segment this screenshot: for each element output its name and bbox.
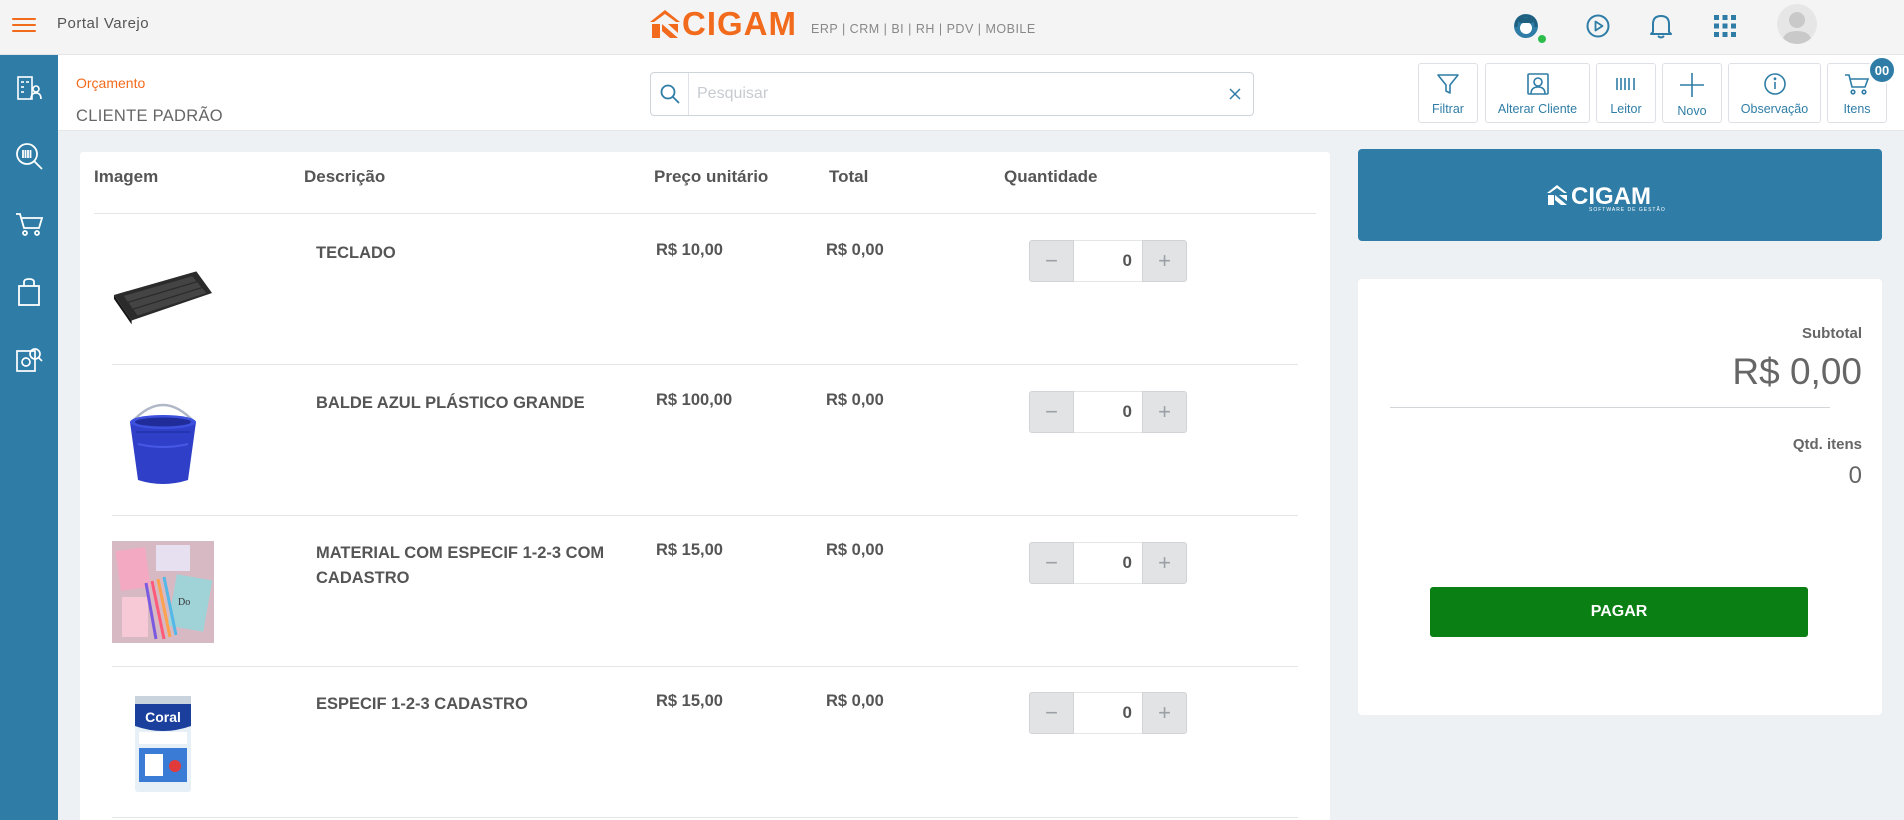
product-total: R$ 0,00 <box>826 241 884 259</box>
row-divider <box>112 666 1298 667</box>
filter-button[interactable]: Filtrar <box>1418 63 1478 123</box>
decrease-quantity-button[interactable]: − <box>1029 692 1074 734</box>
items-label: Itens <box>1843 102 1871 116</box>
quantity-value[interactable]: 0 <box>1074 240 1142 282</box>
column-header-quantity: Quantidade <box>1004 167 1098 186</box>
cigam-software-logo: CIGAM SOFTWARE DE GESTÃO <box>1547 183 1666 213</box>
info-icon <box>1763 73 1786 95</box>
breadcrumb[interactable]: Orçamento <box>76 75 145 91</box>
cart-count-badge: 00 <box>1868 56 1896 84</box>
clear-search-icon[interactable] <box>1227 86 1243 102</box>
cart-icon[interactable] <box>10 205 48 243</box>
search-icon[interactable] <box>651 73 689 115</box>
product-image-keyboard <box>112 241 214 343</box>
play-circle-icon[interactable] <box>1580 8 1616 44</box>
row-divider <box>112 364 1298 365</box>
increase-quantity-button[interactable]: + <box>1142 391 1187 433</box>
subtotal-label: Subtotal <box>1802 325 1862 342</box>
quantity-stepper: − 0 + <box>1029 692 1187 734</box>
sidebar <box>0 55 58 820</box>
item-count-value: 0 <box>1848 462 1862 489</box>
decrease-quantity-button[interactable]: − <box>1029 542 1074 584</box>
user-avatar[interactable] <box>1777 4 1817 44</box>
pay-button[interactable]: PAGAR <box>1430 587 1808 637</box>
increase-quantity-button[interactable]: + <box>1142 542 1187 584</box>
note-button[interactable]: Observação <box>1728 63 1821 123</box>
top-bar: Portal Varejo CIGAM ERP | CRM | BI | RH … <box>0 0 1904 55</box>
client-name: CLIENTE PADRÃO <box>76 107 223 125</box>
svg-text:Coral: Coral <box>145 709 181 725</box>
product-unit-price: R$ 15,00 <box>656 692 723 710</box>
decrease-quantity-button[interactable]: − <box>1029 391 1074 433</box>
bell-icon[interactable] <box>1643 8 1679 44</box>
reader-label: Leitor <box>1610 102 1642 116</box>
quantity-stepper: − 0 + <box>1029 391 1187 433</box>
increase-quantity-button[interactable]: + <box>1142 240 1187 282</box>
company-logo-banner: CIGAM SOFTWARE DE GESTÃO <box>1358 149 1882 241</box>
filter-label: Filtrar <box>1432 102 1464 116</box>
change-client-button[interactable]: Alterar Cliente <box>1485 63 1590 123</box>
column-header-image: Imagem <box>94 167 159 186</box>
column-header-total: Total <box>829 167 869 186</box>
column-header-description: Descrição <box>304 167 386 186</box>
product-description: MATERIAL COM ESPECIF 1-2-3 COM CADASTRO <box>316 544 605 587</box>
shopping-bag-icon[interactable] <box>10 273 48 311</box>
row-divider <box>112 515 1298 516</box>
row-divider <box>112 817 1298 818</box>
logo-wordmark: CIGAM <box>1571 183 1651 210</box>
product-image-stationery-set: Do <box>112 541 214 643</box>
barcode-icon <box>1616 78 1635 90</box>
product-total: R$ 0,00 <box>826 541 884 559</box>
product-total: R$ 0,00 <box>826 692 884 710</box>
menu-icon[interactable] <box>12 15 36 37</box>
report-search-icon[interactable] <box>10 341 48 379</box>
summary-divider <box>1390 407 1830 408</box>
logo-tagline: SOFTWARE DE GESTÃO <box>1589 206 1666 213</box>
product-description: TECLADO <box>316 244 396 262</box>
product-unit-price: R$ 15,00 <box>656 541 723 559</box>
filter-icon <box>1437 74 1459 94</box>
product-total: R$ 0,00 <box>826 391 884 409</box>
quantity-value[interactable]: 0 <box>1074 692 1142 734</box>
reader-button[interactable]: Leitor <box>1596 63 1656 123</box>
search-input[interactable] <box>697 81 1197 107</box>
cart-icon <box>1845 74 1870 95</box>
product-image-paint-can: Coral <box>112 692 214 794</box>
new-button[interactable]: Novo <box>1662 63 1722 123</box>
client-card-icon <box>1526 73 1549 95</box>
quantity-stepper: − 0 + <box>1029 542 1187 584</box>
new-label: Novo <box>1677 104 1707 118</box>
product-image-blue-bucket <box>112 391 214 493</box>
order-summary-panel: Subtotal R$ 0,00 Qtd. itens 0 PAGAR <box>1358 279 1882 715</box>
clients-icon[interactable] <box>10 69 48 107</box>
app-title: Portal Varejo <box>57 15 150 32</box>
plus-icon <box>1680 73 1704 97</box>
change-client-label: Alterar Cliente <box>1497 102 1578 116</box>
brand-modules: ERP | CRM | BI | RH | PDV | MOBILE <box>811 22 1036 36</box>
item-count-label: Qtd. itens <box>1792 436 1862 453</box>
svg-text:Do: Do <box>178 597 190 608</box>
increase-quantity-button[interactable]: + <box>1142 692 1187 734</box>
product-unit-price: R$ 10,00 <box>656 241 723 259</box>
column-header-unit-price: Preço unitário <box>654 167 769 186</box>
barcode-search-icon[interactable] <box>10 137 48 175</box>
product-unit-price: R$ 100,00 <box>656 391 733 409</box>
quantity-stepper: − 0 + <box>1029 240 1187 282</box>
note-label: Observação <box>1740 102 1809 116</box>
header-divider <box>94 213 1316 214</box>
quantity-value[interactable]: 0 <box>1074 542 1142 584</box>
search-box <box>650 72 1254 116</box>
subheader: Orçamento CLIENTE PADRÃO Filtrar Alterar… <box>58 55 1904 131</box>
apps-grid-icon[interactable] <box>1707 8 1743 44</box>
product-description: BALDE AZUL PLÁSTICO GRANDE <box>316 394 585 412</box>
decrease-quantity-button[interactable]: − <box>1029 240 1074 282</box>
cigam-mark-icon <box>650 10 680 38</box>
online-status-dot <box>1536 33 1548 45</box>
quantity-value[interactable]: 0 <box>1074 391 1142 433</box>
brand-logo: CIGAM ERP | CRM | BI | RH | PDV | MOBILE <box>648 6 1036 42</box>
brand-name: CIGAM <box>682 5 797 42</box>
subtotal-value: R$ 0,00 <box>1732 351 1862 392</box>
product-description: ESPECIF 1-2-3 CADASTRO <box>316 695 528 713</box>
